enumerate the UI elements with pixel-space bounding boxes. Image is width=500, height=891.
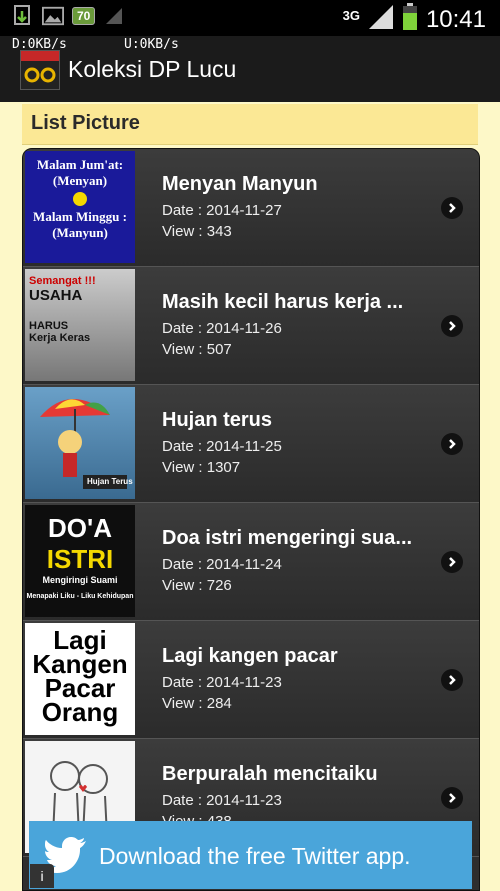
- image-notification-icon: [42, 5, 64, 27]
- item-title: Menyan Manyun: [162, 173, 318, 195]
- item-view-count: View : 507: [162, 341, 232, 358]
- chevron-right-icon[interactable]: [441, 787, 463, 809]
- status-bar: 70 3G 10:41: [0, 0, 500, 36]
- thumb-text: (Manyun): [52, 225, 108, 240]
- thumbnail-image: Lagi Kangen Pacar Orang: [25, 623, 135, 735]
- item-date: Date : 2014-11-27: [162, 202, 282, 219]
- chevron-right-icon[interactable]: [441, 315, 463, 337]
- ad-info-button[interactable]: i: [30, 864, 54, 888]
- upload-speed: U:0KB/s: [124, 37, 179, 52]
- thumb-text: (Menyan): [52, 173, 108, 188]
- item-title: Masih kecil harus kerja ...: [162, 291, 404, 313]
- thumb-text: ISTRI: [46, 544, 114, 574]
- thumbnail-image: Semangat !!! USAHA HARUS Kerja Keras: [25, 269, 135, 381]
- picture-list[interactable]: Malam Jum'at: (Menyan) Malam Minggu : (M…: [22, 148, 480, 891]
- chevron-right-icon[interactable]: [441, 197, 463, 219]
- thumb-text: Mengiringi Suami: [42, 575, 118, 585]
- item-view-count: View : 343: [162, 223, 232, 240]
- item-view-count: View : 726: [162, 577, 232, 594]
- ad-banner[interactable]: Download the free Twitter app.: [29, 821, 472, 889]
- battery-icon: [402, 3, 418, 36]
- list-item[interactable]: Malam Jum'at: (Menyan) Malam Minggu : (M…: [23, 149, 479, 267]
- signal-weak-icon: [103, 5, 125, 27]
- download-speed: D:0KB/s: [12, 37, 67, 52]
- thumb-text: HARUS: [29, 320, 69, 332]
- thumb-text: Semangat !!!: [29, 275, 96, 287]
- item-title: Hujan terus: [162, 409, 273, 431]
- signal-icon: [368, 4, 394, 35]
- thumb-text: DO'A: [48, 513, 112, 543]
- thumb-text: Malam Minggu :: [33, 209, 127, 224]
- action-bar: Koleksi DP Lucu: [0, 36, 500, 102]
- thumb-text: Menapaki Liku - Liku Kehidupan: [26, 593, 134, 600]
- list-item[interactable]: Semangat !!! USAHA HARUS Kerja Keras Mas…: [23, 267, 479, 385]
- thumbnail-image: Hujan Terus: [25, 387, 135, 499]
- app-title: Koleksi DP Lucu: [68, 56, 237, 82]
- app-logo-icon[interactable]: [20, 50, 60, 90]
- download-notification-icon: [12, 5, 34, 27]
- thumb-text: USAHA: [29, 287, 83, 304]
- thumb-text: Hujan Terus: [87, 477, 133, 486]
- item-date: Date : 2014-11-23: [162, 792, 282, 809]
- item-date: Date : 2014-11-24: [162, 556, 282, 573]
- item-date: Date : 2014-11-26: [162, 320, 282, 337]
- thumbnail-image: DO'A ISTRI Mengiringi Suami Menapaki Lik…: [25, 505, 135, 617]
- list-header-title: List Picture: [31, 112, 140, 134]
- smiley-icon: [73, 192, 87, 206]
- thumb-text: Orang: [41, 697, 119, 727]
- network-type: 3G: [342, 8, 360, 23]
- list-item[interactable]: Hujan Terus Hujan terus Date : 2014-11-2…: [23, 385, 479, 503]
- chevron-right-icon[interactable]: [441, 433, 463, 455]
- item-title: Doa istri mengeringi sua...: [162, 527, 413, 549]
- item-view-count: View : 1307: [162, 459, 241, 476]
- battery-percent-badge: 70: [72, 7, 96, 25]
- thumb-text: Kerja Keras: [29, 332, 91, 344]
- list-header: List Picture: [22, 104, 478, 145]
- item-date: Date : 2014-11-23: [162, 674, 282, 691]
- clock: 10:41: [425, 5, 486, 33]
- thumbnail-image: Malam Jum'at: (Menyan) Malam Minggu : (M…: [25, 151, 135, 263]
- item-title: Lagi kangen pacar: [162, 645, 338, 667]
- list-item[interactable]: Lagi Kangen Pacar Orang Lagi kangen paca…: [23, 621, 479, 739]
- ad-text: Download the free Twitter app.: [99, 843, 411, 869]
- item-date: Date : 2014-11-25: [162, 438, 282, 455]
- chevron-right-icon[interactable]: [441, 551, 463, 573]
- chevron-right-icon[interactable]: [441, 669, 463, 691]
- item-view-count: View : 284: [162, 695, 232, 712]
- item-title: Berpuralah mencitaiku: [162, 763, 378, 785]
- list-item[interactable]: DO'A ISTRI Mengiringi Suami Menapaki Lik…: [23, 503, 479, 621]
- thumb-text: Malam Jum'at:: [36, 157, 124, 172]
